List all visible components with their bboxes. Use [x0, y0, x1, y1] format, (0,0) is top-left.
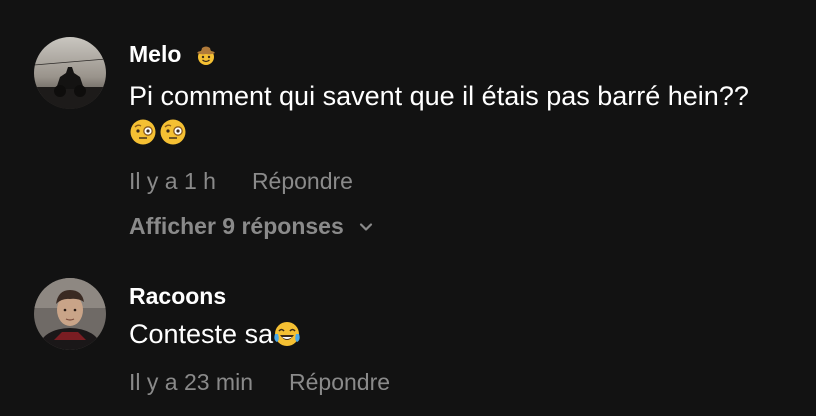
comment-meta: Il y a 23 min Répondre [129, 369, 390, 396]
username-text: Racoons [129, 283, 227, 309]
avatar-image [34, 278, 106, 350]
comment-text: Conteste sa [129, 316, 301, 352]
comment-text-content: Conteste sa [129, 319, 274, 349]
comment-timestamp: Il y a 1 h [129, 168, 216, 194]
avatar[interactable] [34, 37, 106, 109]
comment-emojis [129, 118, 187, 146]
face-with-monocle-icon [130, 119, 156, 145]
comment-meta: Il y a 1 h Répondre [129, 168, 353, 195]
comment-username[interactable]: Racoons [129, 283, 226, 310]
avatar[interactable] [34, 278, 106, 350]
view-replies-button[interactable]: Afficher 9 réponses [129, 213, 374, 240]
view-replies-label: Afficher 9 réponses [129, 213, 344, 239]
comment-text: Pi comment qui savent que il étais pas b… [129, 81, 749, 111]
cowboy-face-emoji-icon [197, 46, 216, 65]
avatar-image [34, 37, 106, 109]
chevron-down-icon [359, 222, 372, 231]
face-with-monocle-icon [160, 119, 186, 145]
reply-button[interactable]: Répondre [289, 369, 390, 396]
username-text: Melo [129, 41, 182, 67]
comment-timestamp: Il y a 23 min [129, 369, 253, 395]
tears-of-joy-icon [274, 322, 300, 346]
reply-button[interactable]: Répondre [252, 168, 353, 195]
comment-username[interactable]: Melo [129, 41, 217, 68]
